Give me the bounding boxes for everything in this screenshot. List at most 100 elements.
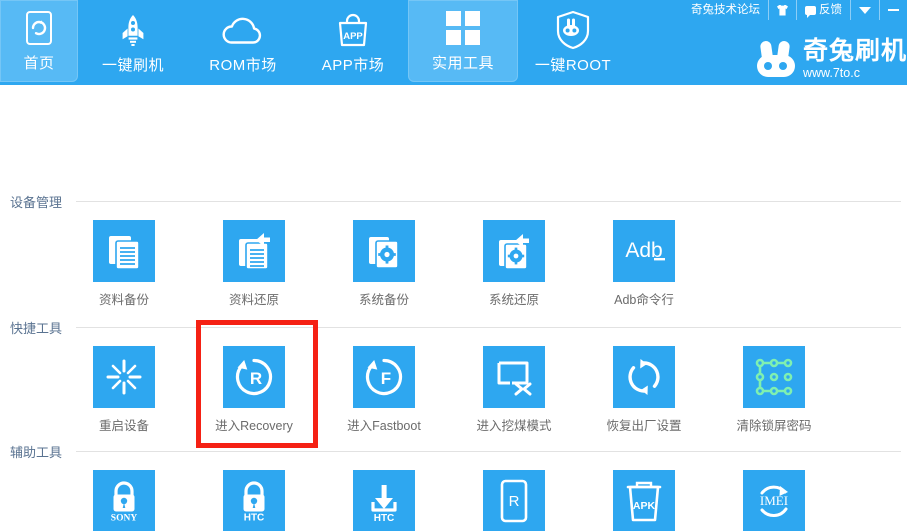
factory-reset-icon (613, 346, 675, 408)
tile-label: 进入Fastboot (347, 419, 421, 433)
tile-sony-unlock[interactable]: SONY Sony解锁 (74, 470, 174, 531)
rocket-icon (115, 11, 151, 49)
feedback-label: 反馈 (819, 4, 842, 16)
tools-content: 设备管理 资料备份 资料还原 系统备份 系统还原 Adb Adb命令行 快捷工具… (0, 85, 907, 531)
tile-label: 清除锁屏密码 (736, 419, 812, 433)
svg-text:SONY: SONY (111, 514, 138, 524)
tile-flash-recovery[interactable]: R 刷入Recovery (464, 470, 564, 531)
fastboot-icon: F (353, 346, 415, 408)
brand-logo: 奇兔刷机 www.7to.c (756, 36, 907, 80)
section-divider (76, 201, 901, 202)
sony-unlock-icon: SONY (93, 470, 155, 531)
app-header: 奇兔技术论坛 反馈 首页 一键刷机 ROM市场 APP APP市场 实用工具 一… (0, 0, 907, 85)
tile-uninstall-builtin-apps[interactable]: APK 卸载内置应用 (594, 470, 694, 531)
svg-text:APK: APK (633, 500, 656, 512)
feedback-icon (805, 5, 816, 18)
svg-text:IMEI: IMEI (760, 493, 788, 508)
tile-enter-fastboot[interactable]: F 进入Fastboot (334, 346, 434, 434)
uninstall-apk-icon: APK (613, 470, 675, 531)
tile-clear-lock-password[interactable]: 清除锁屏密码 (724, 346, 824, 434)
tile-data-restore[interactable]: 资料还原 (204, 220, 304, 308)
cloud-icon (220, 11, 266, 49)
htc-lock-icon: HTC (223, 470, 285, 531)
tile-label: 系统还原 (488, 293, 539, 307)
svg-text:R: R (250, 369, 262, 388)
brand-name: 奇兔刷机 (802, 36, 907, 65)
window-title-bar: 奇兔技术论坛 反馈 (683, 0, 907, 20)
main-nav: 首页 一键刷机 ROM市场 APP APP市场 实用工具 一键ROOT (0, 0, 628, 85)
adb-icon: Adb (613, 220, 675, 282)
tile-htc-unlock-lock[interactable]: HTC HTC解锁上锁 (204, 470, 304, 531)
svg-text:APP: APP (343, 31, 363, 42)
nav-item-flash-label: 一键刷机 (101, 56, 164, 74)
nav-item-app-market-label: APP市场 (321, 56, 385, 74)
nav-item-rom-market[interactable]: ROM市场 (188, 0, 298, 85)
brand-url: www.7to.c (802, 65, 860, 80)
tile-label: 进入挖煤模式 (476, 419, 552, 433)
restart-burst-icon (93, 346, 155, 408)
section-divider (76, 327, 901, 328)
section-title: 快捷工具 (10, 321, 63, 336)
tshirt-button[interactable] (768, 0, 796, 20)
htc-flash-boot-icon: HTC (353, 470, 415, 531)
svg-text:HTC: HTC (244, 513, 265, 524)
nav-item-flash[interactable]: 一键刷机 (78, 0, 188, 85)
svg-text:R: R (509, 493, 520, 510)
nav-item-tools-label: 实用工具 (431, 55, 494, 72)
tile-mtk-imei-management[interactable]: IMEI MTK手机 IMEI管理 (724, 470, 824, 531)
system-backup-icon (353, 220, 415, 282)
pattern-lock-icon (743, 346, 805, 408)
tile-label: 恢复出厂设置 (606, 419, 682, 433)
tile-data-backup[interactable]: 资料备份 (74, 220, 174, 308)
tile-adb-command[interactable]: Adb Adb命令行 (594, 220, 694, 308)
tile-download-mode[interactable]: 进入挖煤模式 (464, 346, 564, 434)
section-header-auxiliary-tools: 辅助工具 (0, 442, 907, 461)
recovery-icon: R (223, 346, 285, 408)
tile-restart-device[interactable]: 重启设备 (74, 346, 174, 434)
section-title: 设备管理 (10, 195, 63, 210)
app-bag-icon: APP (335, 11, 371, 49)
system-restore-icon (483, 220, 545, 282)
nav-item-home[interactable]: 首页 (0, 0, 78, 82)
tile-enter-recovery[interactable]: R 进入Recovery (204, 346, 304, 434)
minimize-button[interactable] (879, 0, 907, 20)
tile-label: 资料备份 (98, 293, 149, 307)
download-mode-icon (483, 346, 545, 408)
forum-link-label: 奇兔技术论坛 (691, 4, 760, 16)
imei-icon: IMEI (743, 470, 805, 531)
tile-system-backup[interactable]: 系统备份 (334, 220, 434, 308)
shield-bunny-icon (554, 10, 592, 49)
tile-label: Adb命令行 (614, 293, 674, 307)
tile-label: 进入Recovery (215, 419, 293, 433)
bunny-logo-icon (756, 40, 796, 77)
home-phone-icon (25, 9, 53, 47)
nav-item-home-label: 首页 (23, 55, 55, 72)
minimize-icon (888, 9, 899, 11)
tshirt-icon (777, 4, 788, 16)
tile-factory-reset[interactable]: 恢复出厂设置 (594, 346, 694, 434)
more-menu-button[interactable] (850, 0, 879, 20)
tile-label: 资料还原 (228, 293, 279, 307)
nav-item-tools[interactable]: 实用工具 (408, 0, 518, 82)
chevron-down-icon (859, 6, 871, 14)
nav-item-app-market[interactable]: APP APP市场 (298, 0, 408, 85)
section-header-device-management: 设备管理 (0, 192, 907, 211)
nav-item-rom-market-label: ROM市场 (209, 56, 277, 74)
section-divider (76, 451, 901, 452)
nav-item-root-label: 一键ROOT (534, 56, 612, 74)
documents-restore-icon (223, 220, 285, 282)
tile-label: 系统备份 (358, 293, 409, 307)
feedback-button[interactable]: 反馈 (796, 0, 850, 20)
tile-system-restore[interactable]: 系统还原 (464, 220, 564, 308)
documents-icon (93, 220, 155, 282)
section-title: 辅助工具 (10, 445, 63, 460)
tile-label: 重启设备 (98, 419, 149, 433)
section-header-quick-tools: 快捷工具 (0, 318, 907, 337)
grid-icon (444, 9, 482, 47)
flash-recovery-icon: R (483, 470, 545, 531)
svg-text:F: F (381, 369, 391, 388)
forum-link[interactable]: 奇兔技术论坛 (683, 0, 768, 20)
nav-item-root[interactable]: 一键ROOT (518, 0, 628, 85)
svg-text:HTC: HTC (374, 513, 395, 524)
tile-htc-flash-boot[interactable]: HTC HTC刷入boot (334, 470, 434, 531)
